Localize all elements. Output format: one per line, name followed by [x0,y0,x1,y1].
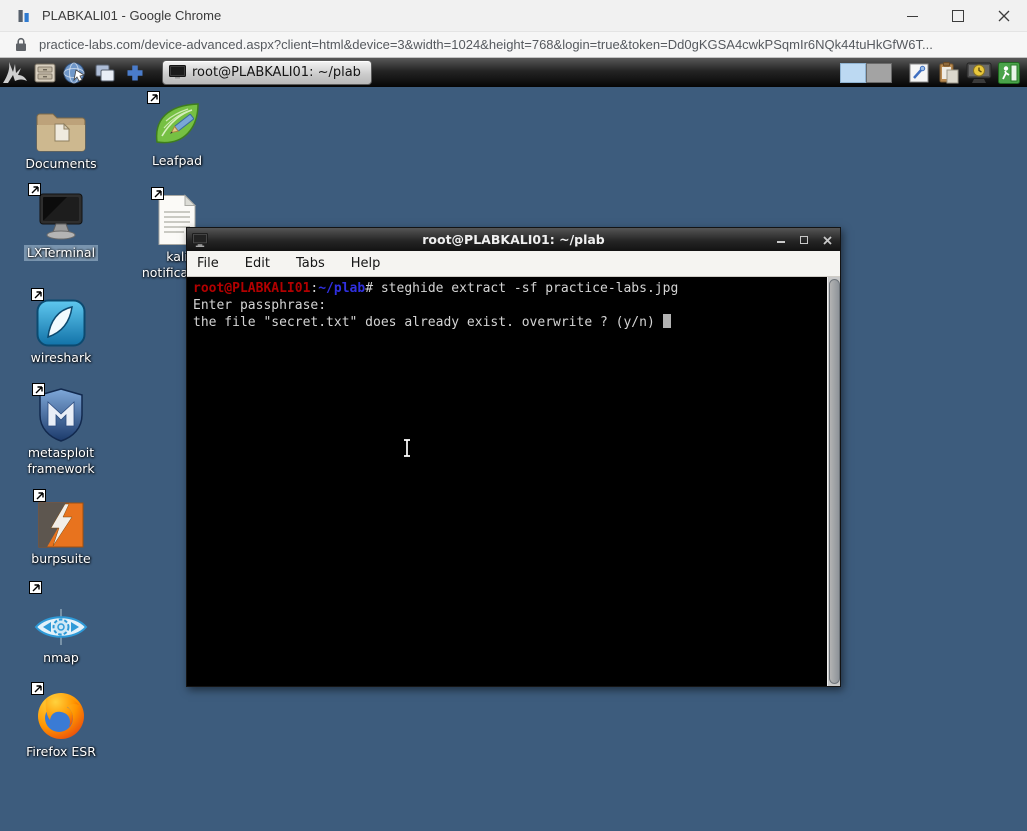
web-browser-button[interactable] [60,59,90,86]
desktop-icon-lxterminal[interactable]: LXTerminal [19,188,103,261]
menu-file[interactable]: File [197,256,219,271]
maximize-icon [800,236,808,244]
taskbar-window-label: root@PLABKALI01: ~/plab [192,65,361,80]
nmap-icon [34,607,88,647]
burpsuite-icon [38,502,84,548]
maximize-button[interactable] [935,0,981,32]
show-desktop-button[interactable] [90,59,120,86]
close-icon [823,236,832,245]
desktop-icon-nmap[interactable]: nmap [19,593,103,666]
menu-help[interactable]: Help [351,256,381,271]
icon-label: wireshark [31,350,92,366]
shortcut-badge-icon [28,183,41,196]
firefox-icon [36,691,86,741]
shortcut-badge-icon [29,581,42,594]
icon-label: Firefox ESR [26,744,96,760]
magnifier-pen-icon [909,63,929,83]
terminal-line-1: root@PLABKALI01:~/plab# steghide extract… [193,280,834,297]
terminal-titlebar[interactable]: root@PLABKALI01: ~/plab [187,228,840,251]
desktop-icon-metasploit[interactable]: metasploit framework [19,388,103,477]
address-bar[interactable]: practice-labs.com/device-advanced.aspx?c… [39,37,933,52]
icon-label: Documents [25,156,96,172]
icon-label: nmap [43,650,79,666]
session-time-button[interactable] [966,60,992,86]
metasploit-icon [37,388,85,442]
screenshot-tool-button[interactable] [906,60,932,86]
terminal-content[interactable]: root@PLABKALI01:~/plab# steghide extract… [187,277,840,686]
minimize-button[interactable] [889,0,935,32]
shortcut-badge-icon [147,91,160,104]
shortcut-badge-icon [151,187,164,200]
terminal-title: root@PLABKALI01: ~/plab [187,232,840,247]
chrome-window: PLABKALI01 - Google Chrome practice-labs… [0,0,1027,831]
clipboard-button[interactable] [936,60,962,86]
windows-overlap-icon [93,62,117,84]
scrollbar-thumb[interactable] [829,279,840,684]
globe-icon [63,61,87,85]
new-workspace-button[interactable] [120,59,150,86]
terminal-icon [169,65,186,80]
terminal-scrollbar[interactable] [827,277,840,686]
minimize-icon [777,241,785,243]
lock-icon[interactable] [15,37,27,52]
workspace-2[interactable] [866,63,892,83]
mouse-ibeam-cursor [400,437,414,463]
leafpad-icon [152,100,202,150]
output-text: the file "secret.txt" does already exist… [193,315,655,330]
terminal-menubar: File Edit Tabs Help [187,251,840,277]
shortcut-badge-icon [31,682,44,695]
shortcut-badge-icon [31,288,44,301]
icon-label: LXTerminal [24,245,98,261]
chrome-titlebar: PLABKALI01 - Google Chrome [0,0,1027,32]
site-favicon-icon [16,8,32,24]
terminal-maximize-button[interactable] [800,236,808,244]
icon-label: burpsuite [31,551,90,567]
file-manager-button[interactable] [30,59,60,86]
minimize-icon [907,16,918,17]
lxde-taskbar: root@PLABKALI01: ~/plab [0,58,1027,87]
terminal-line-2: Enter passphrase: [193,297,834,314]
icon-label: Leafpad [152,153,202,169]
chrome-urlbar: practice-labs.com/device-advanced.aspx?c… [0,32,1027,58]
lxterminal-icon [33,192,89,242]
desktop-icon-burpsuite[interactable]: burpsuite [19,494,103,567]
prompt-path: ~/plab [318,281,365,296]
terminal-line-3: the file "secret.txt" does already exist… [193,314,834,331]
terminal-cursor [663,314,671,328]
terminal-window: root@PLABKALI01: ~/plab File Edit Tabs H… [186,227,841,687]
window-title: PLABKALI01 - Google Chrome [42,8,221,23]
folder-icon [35,109,87,153]
clipboard-icon [939,62,959,84]
desktop-icon-documents[interactable]: Documents [19,99,103,172]
file-cabinet-icon [34,63,56,83]
command-text: # steghide extract -sf practice-labs.jpg [365,281,678,296]
icon-label: metasploit framework [19,445,103,477]
workspace-1[interactable] [840,63,866,83]
wireshark-icon [36,299,86,347]
logout-icon [998,62,1020,84]
desktop-icon-leafpad[interactable]: Leafpad [135,96,219,169]
desktop-icon-firefox[interactable]: Firefox ESR [19,687,103,760]
desktop-icon-wireshark[interactable]: wireshark [19,293,103,366]
maximize-icon [952,10,964,22]
menu-edit[interactable]: Edit [245,256,270,271]
monitor-clock-icon [966,62,992,84]
window-controls [889,0,1027,32]
kali-logo-icon [2,61,28,85]
terminal-icon [192,233,208,247]
shortcut-badge-icon [33,489,46,502]
close-icon [998,10,1010,22]
menu-tabs[interactable]: Tabs [296,256,325,271]
shortcut-badge-icon [32,383,45,396]
terminal-close-button[interactable] [823,230,832,249]
taskbar-tray [840,60,1022,86]
taskbar-window-button[interactable]: root@PLABKALI01: ~/plab [162,60,372,85]
close-button[interactable] [981,0,1027,32]
logout-button[interactable] [996,60,1022,86]
terminal-minimize-button[interactable] [777,236,785,243]
kali-menu-button[interactable] [0,59,30,86]
prompt-user: root@PLABKALI01 [193,281,310,296]
workspace-pager [840,63,892,83]
plus-icon [124,62,146,84]
